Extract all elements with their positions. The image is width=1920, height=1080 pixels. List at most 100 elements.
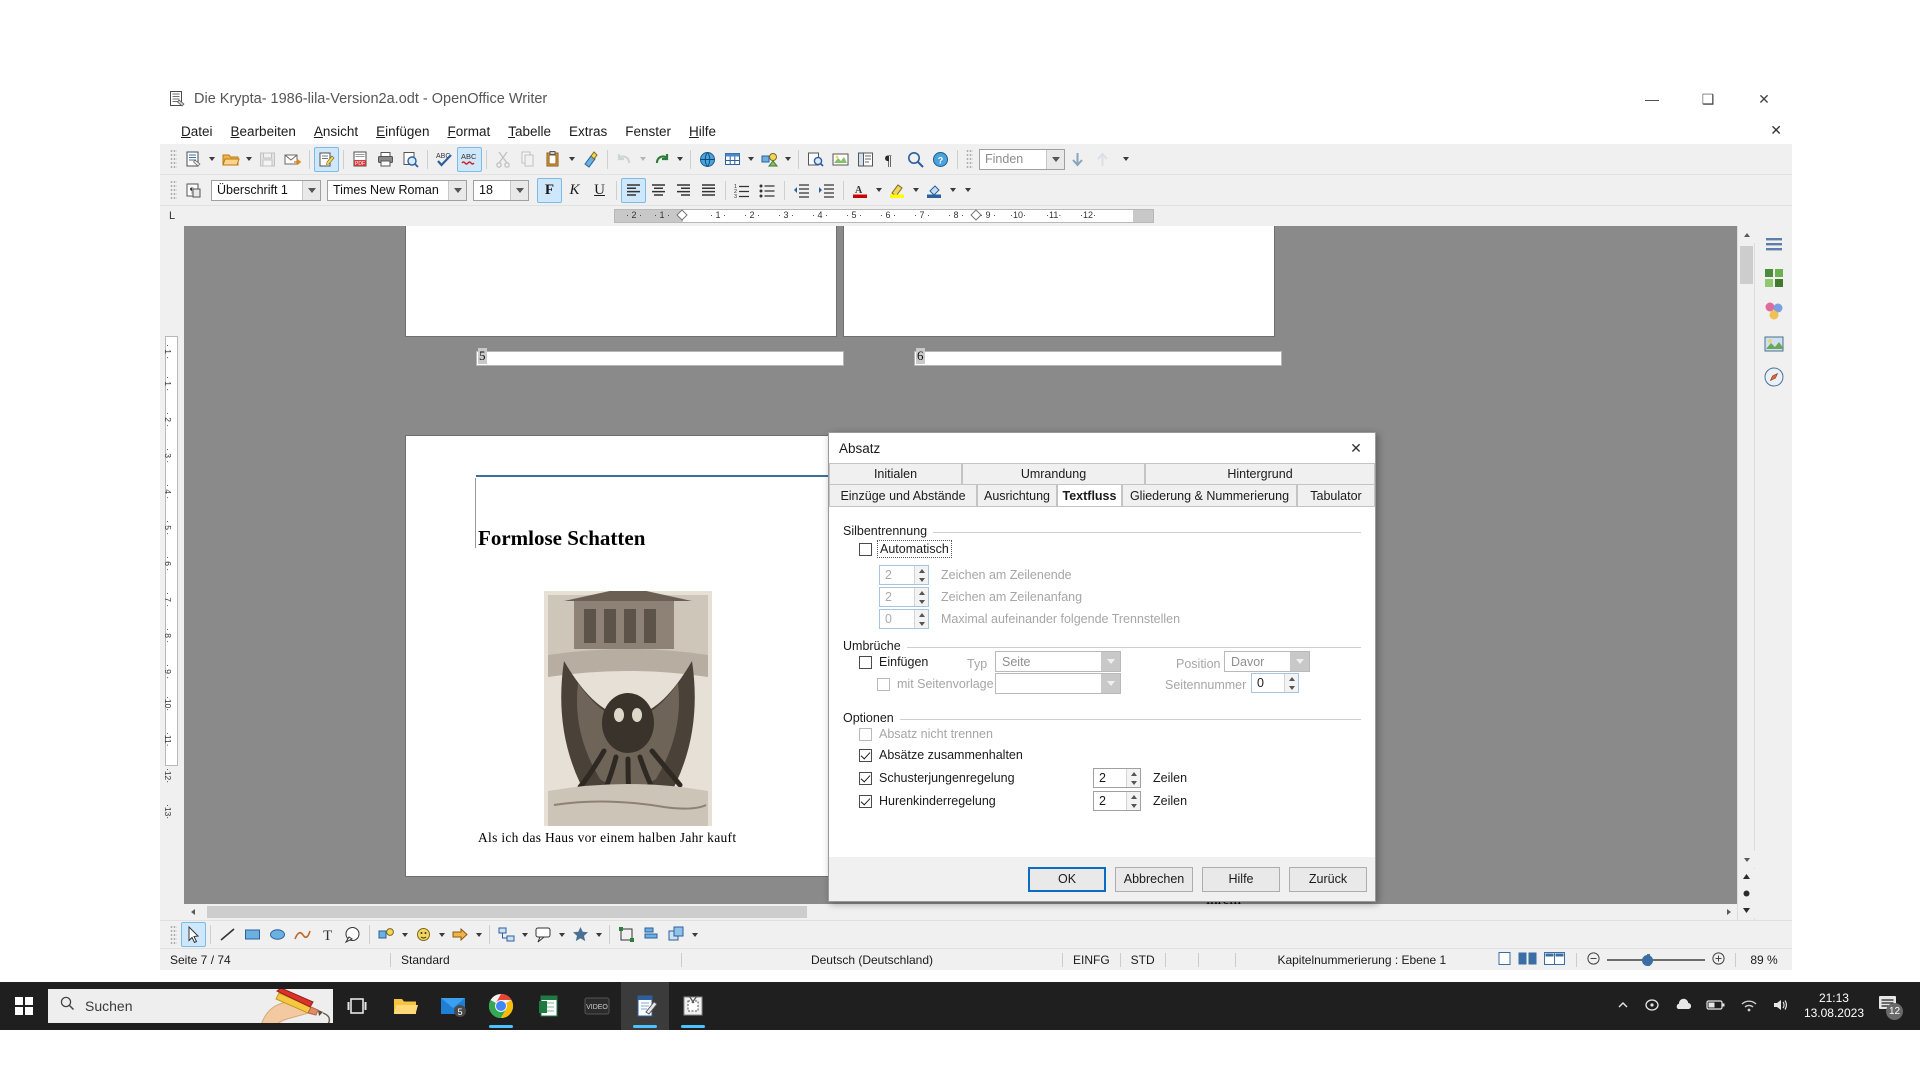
basic-shapes-icon[interactable] [374,922,399,947]
redo-dropdown-icon[interactable] [677,157,683,161]
break-type-combo[interactable]: Seite [995,651,1121,672]
menu-extras[interactable]: Extras [560,122,616,141]
bold-button[interactable]: F [537,177,562,203]
gallery-icon[interactable] [828,147,853,172]
dialog-close-icon[interactable]: ✕ [1343,436,1369,460]
scroll-right-button[interactable] [1720,903,1737,920]
undo-icon[interactable] [612,147,637,172]
standard-toolbar-overflow-icon[interactable] [1123,157,1129,161]
status-selection-mode[interactable]: STD [1121,949,1165,971]
table-icon[interactable] [720,147,745,172]
increase-indent-button[interactable] [814,178,839,203]
autospellcheck-icon[interactable]: ABC [457,146,482,172]
paragraph-style-dropdown-icon[interactable] [302,180,320,200]
keep-with-next-paragraph-checkbox[interactable]: Absätze zusammenhalten [859,748,1023,762]
sidebar-item-gallery[interactable] [1761,331,1787,357]
tab-umrandung[interactable]: Umrandung [962,463,1145,484]
find-input[interactable]: Finden [979,148,1065,170]
highlight-color-dropdown-icon[interactable] [913,188,919,192]
print-icon[interactable] [373,147,398,172]
align-objects-icon[interactable] [639,922,664,947]
horizontal-scroll-thumb[interactable] [207,906,807,918]
close-document-icon[interactable]: ✕ [1770,122,1782,139]
find-dropdown-icon[interactable] [1046,149,1064,169]
spinner-up-icon[interactable] [915,588,928,597]
orphan-control-spinner[interactable]: 2 [1093,768,1141,788]
automatic-hyphenation-checkbox[interactable]: Automatisch [859,540,952,558]
minimize-button[interactable]: — [1624,80,1680,118]
copy-icon[interactable] [516,147,541,172]
drawing-toolbar-overflow-icon[interactable] [692,932,698,937]
rotate-tool-icon[interactable] [614,922,639,947]
background-color-dropdown-icon[interactable] [950,188,956,192]
tab-stop-selector[interactable]: L [160,206,184,226]
email-document-icon[interactable] [280,147,305,172]
sidebar-item-properties[interactable] [1761,265,1787,291]
tab-tabulator[interactable]: Tabulator [1297,484,1375,506]
table-dropdown-icon[interactable] [748,157,754,161]
paragraph-style-combo[interactable]: Überschrift 1 [211,179,321,201]
scroll-up-button[interactable] [1738,226,1755,243]
page-style-combo[interactable] [995,673,1121,694]
zoom-slider-thumb[interactable] [1642,954,1653,966]
zoom-slider[interactable] [1577,949,1735,971]
break-type-dropdown-icon[interactable] [1101,652,1120,671]
horizontal-scrollbar[interactable] [184,903,1737,920]
formatting-toolbar-grip[interactable] [170,180,177,200]
block-arrows-icon[interactable] [448,922,473,947]
align-center-button[interactable] [646,178,671,203]
formatting-marks-icon[interactable]: ¶ [878,147,903,172]
font-color-dropdown-icon[interactable] [876,188,882,192]
chrome-icon[interactable] [477,982,525,1030]
navigator-icon[interactable] [853,147,878,172]
spinner-down-icon[interactable] [1285,683,1298,692]
menu-ansicht[interactable]: Ansicht [305,122,367,141]
help-button[interactable]: Hilfe [1202,866,1280,892]
spelling-check-icon[interactable]: ABC [432,147,457,172]
vertical-scrollbar[interactable] [1737,226,1755,920]
menu-tabelle[interactable]: Tabelle [499,122,560,141]
vertical-ruler[interactable]: · 1 · · 1 · · 2 · · 3 · · 4 · · 5 · · 6 … [160,226,184,920]
clone-formatting-icon[interactable] [578,147,603,172]
sidebar-settings-icon[interactable] [1761,232,1787,258]
ordered-list-button[interactable]: 123 [730,178,755,203]
menu-fenster[interactable]: Fenster [616,122,680,141]
tab-initialen[interactable]: Initialen [829,463,962,484]
chars-at-line-end-row[interactable]: 2 Zeichen am Zeilenende [879,565,1072,585]
underline-button[interactable]: U [587,178,612,203]
show-draw-functions-icon[interactable] [757,147,782,172]
redo-icon[interactable] [649,147,674,172]
spinner-up-icon[interactable] [915,610,928,619]
stars-shapes-icon[interactable] [568,922,593,947]
excel-icon[interactable] [525,982,573,1030]
callout-tool-icon[interactable] [340,922,365,947]
chevron-up-icon[interactable] [1616,998,1630,1015]
menu-bearbeiten[interactable]: Bearbeiten [222,122,305,141]
hyperlink-icon[interactable] [695,147,720,172]
vlc-icon[interactable]: VIDEO [573,982,621,1030]
illustration-image[interactable] [544,591,712,826]
next-page-button[interactable] [1738,901,1755,918]
tab-hintergrund[interactable]: Hintergrund [1145,463,1375,484]
cut-icon[interactable] [491,147,516,172]
max-consecutive-hyphens-spinner[interactable]: 0 [879,609,929,629]
menu-format[interactable]: Format [438,122,499,141]
open-document-icon[interactable] [218,147,243,172]
with-page-style-checkbox[interactable]: mit Seitenvorlage [877,677,994,691]
single-page-view-icon[interactable] [1498,951,1512,968]
font-size-dropdown-icon[interactable] [510,180,528,200]
ok-button[interactable]: OK [1028,866,1106,892]
tab-gliederung-und-nummerierung[interactable]: Gliederung & Nummerierung [1122,484,1297,506]
styles-and-formatting-icon[interactable]: ¶ [181,178,206,203]
menu-hilfe[interactable]: Hilfe [680,122,725,141]
cancel-button[interactable]: Abbrechen [1115,866,1193,892]
font-color-button[interactable]: A [848,178,873,203]
multi-page-view-icon[interactable] [1518,952,1538,968]
widow-control-spinner[interactable]: 2 [1093,791,1141,811]
scroll-left-button[interactable] [184,903,201,920]
zoom-in-icon[interactable] [1712,951,1725,968]
mail-icon[interactable]: 5 [429,982,477,1030]
zoom-icon[interactable] [903,147,928,172]
font-name-dropdown-icon[interactable] [448,180,466,200]
arrange-objects-icon[interactable] [664,922,689,947]
